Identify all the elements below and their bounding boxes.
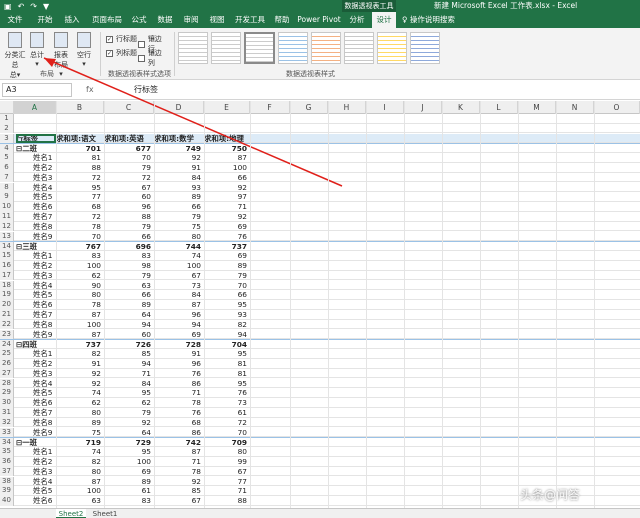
annotation-arrow [43,57,343,187]
excel-window: ▣ ↶ ↷ ▼ 数据透视表工具 新建 Microsoft Excel 工作表.x… [0,0,640,518]
